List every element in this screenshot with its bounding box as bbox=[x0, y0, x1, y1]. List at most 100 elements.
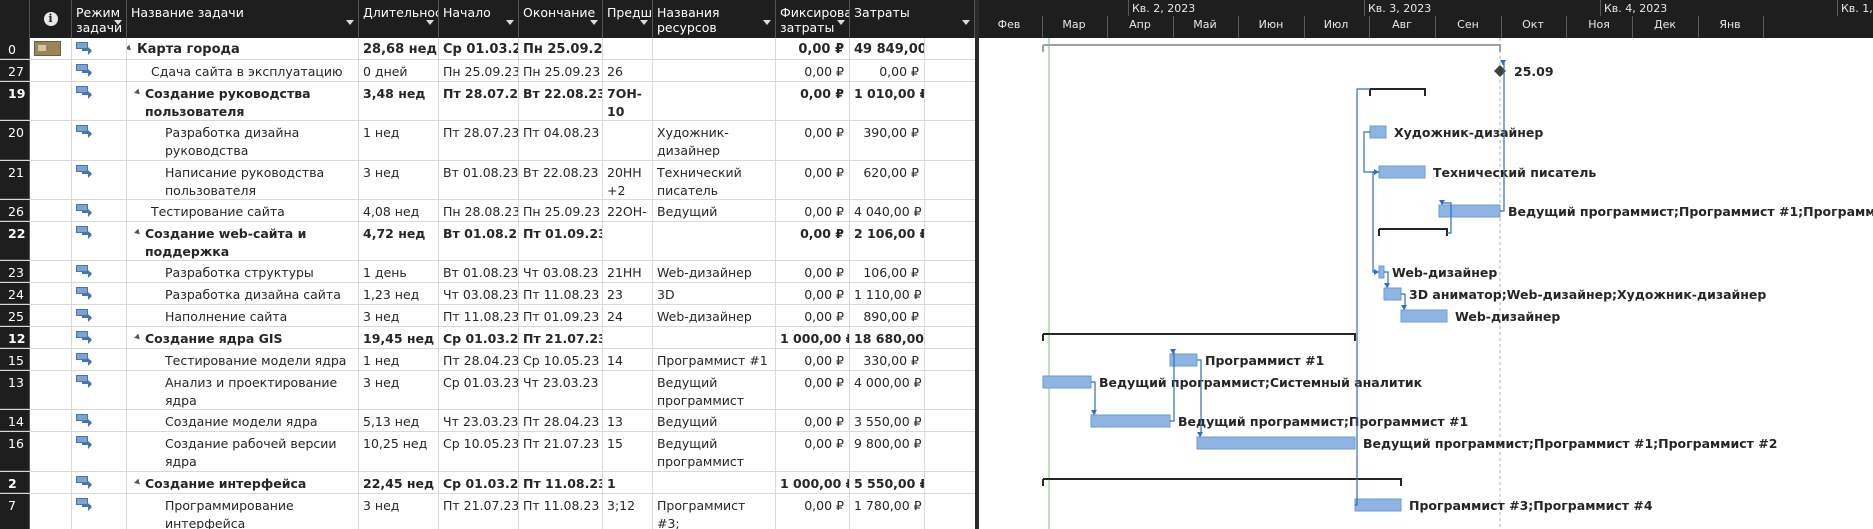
task-mode-cell[interactable] bbox=[72, 349, 127, 370]
task-bar[interactable] bbox=[1196, 436, 1356, 450]
cell-fixed[interactable]: 0,00 ₽ bbox=[776, 371, 850, 409]
cell-start[interactable]: Пт 21.07.23 bbox=[439, 494, 519, 529]
column-header-mode[interactable]: Режим задачи bbox=[72, 0, 127, 38]
cell-resources[interactable] bbox=[653, 472, 776, 493]
task-bar[interactable] bbox=[1383, 287, 1402, 301]
summary-task-row[interactable]: 22 Создание web-сайта и поддержка 4,72 нед… bbox=[0, 222, 975, 261]
cell-resources[interactable]: Технический писатель bbox=[653, 161, 776, 199]
task-bar[interactable] bbox=[1042, 375, 1092, 389]
summary-task-bar[interactable] bbox=[1369, 88, 1426, 96]
cell-start[interactable]: Пн 28.08.23 bbox=[439, 200, 519, 221]
cell-id[interactable]: 0 bbox=[0, 38, 30, 59]
cell-pred[interactable]: 20НН+2 дней bbox=[603, 161, 653, 199]
cell-resources[interactable]: Web-дизайнер bbox=[653, 305, 776, 326]
cell-duration[interactable]: 1 нед bbox=[359, 121, 439, 160]
task-row[interactable]: 21 Написание руководства пользователя 3 не… bbox=[0, 161, 975, 200]
cell-duration[interactable]: 22,45 нед bbox=[359, 472, 439, 493]
summary-task-row[interactable]: 0 Карта города 28,68 нед Ср 01.03.23 Пн 25.0… bbox=[0, 38, 975, 60]
cell-duration[interactable]: 4,72 нед bbox=[359, 222, 439, 260]
task-row[interactable]: 20 Разработка дизайна руководства 1 нед Пт … bbox=[0, 121, 975, 161]
cell-finish[interactable]: Пт 21.07.23 bbox=[519, 432, 603, 471]
cell-fixed[interactable]: 0,00 ₽ bbox=[776, 432, 850, 471]
task-mode-cell[interactable] bbox=[72, 472, 127, 493]
cell-duration[interactable]: 5,13 нед bbox=[359, 410, 439, 431]
cell-duration[interactable]: 4,08 нед bbox=[359, 200, 439, 221]
cell-id[interactable]: 26 bbox=[0, 200, 30, 221]
cell-cost[interactable]: 330,00 ₽ bbox=[850, 349, 925, 370]
cell-fixed[interactable]: 0,00 ₽ bbox=[776, 60, 850, 81]
cell-start[interactable]: Пт 28.07.23 bbox=[439, 121, 519, 160]
cell-id[interactable]: 23 bbox=[0, 261, 30, 282]
task-mode-cell[interactable] bbox=[72, 121, 127, 160]
cell-duration[interactable]: 0 дней bbox=[359, 60, 439, 81]
cell-duration[interactable]: 1 день bbox=[359, 261, 439, 282]
cell-pred[interactable]: 3;12 bbox=[603, 494, 653, 529]
indicator-cell[interactable] bbox=[30, 121, 72, 160]
cell-cost[interactable]: 5 550,00 ₽ bbox=[850, 472, 925, 493]
cell-finish[interactable]: Пн 25.09.23 bbox=[519, 60, 603, 81]
cell-id[interactable]: 15 bbox=[0, 349, 30, 370]
cell-resources[interactable]: Программист #3; Программист #4 bbox=[653, 494, 776, 529]
task-name-cell[interactable]: Создание web-сайта и поддержка bbox=[127, 222, 359, 260]
cell-pred[interactable] bbox=[603, 222, 653, 260]
task-row[interactable]: 26 Тестирование сайта 4,08 нед Пн 28.08.23 П… bbox=[0, 200, 975, 222]
cell-id[interactable]: 16 bbox=[0, 432, 30, 471]
indicator-cell[interactable] bbox=[30, 371, 72, 409]
column-header-start[interactable]: Начало bbox=[439, 0, 519, 38]
cell-id[interactable]: 24 bbox=[0, 283, 30, 304]
task-name-cell[interactable]: Анализ и проектирование ядра bbox=[127, 371, 359, 409]
collapse-triangle-icon[interactable] bbox=[134, 88, 142, 97]
cell-id[interactable]: 12 bbox=[0, 327, 30, 348]
chevron-down-icon[interactable] bbox=[640, 20, 648, 25]
summary-task-bar[interactable] bbox=[1042, 333, 1356, 341]
cell-start[interactable]: Вт 01.08.23 bbox=[439, 161, 519, 199]
dependency-arrow[interactable] bbox=[1384, 283, 1390, 288]
cell-pred[interactable]: 7ОН-10 дней bbox=[603, 82, 653, 120]
cell-cost[interactable]: 4 000,00 ₽ bbox=[850, 371, 925, 409]
cell-finish[interactable]: Пт 01.09.23 bbox=[519, 222, 603, 260]
task-row[interactable]: 27 Сдача сайта в эксплуатацию 0 дней Пн 25.… bbox=[0, 60, 975, 82]
cell-id[interactable]: 21 bbox=[0, 161, 30, 199]
column-header-info[interactable]: i bbox=[30, 0, 72, 38]
column-header-name[interactable]: Название задачи bbox=[127, 0, 359, 38]
cell-resources[interactable]: Ведущий программист bbox=[653, 410, 776, 431]
cell-id[interactable]: 22 bbox=[0, 222, 30, 260]
cell-fixed[interactable]: 0,00 ₽ bbox=[776, 349, 850, 370]
task-mode-cell[interactable] bbox=[72, 283, 127, 304]
cell-id[interactable]: 2 bbox=[0, 472, 30, 493]
cell-pred[interactable]: 14 bbox=[603, 349, 653, 370]
cell-finish[interactable]: Пт 01.09.23 bbox=[519, 305, 603, 326]
cell-resources[interactable] bbox=[653, 38, 776, 59]
cell-id[interactable]: 7 bbox=[0, 494, 30, 529]
cell-start[interactable]: Пт 28.04.23 bbox=[439, 349, 519, 370]
cell-pred[interactable] bbox=[603, 38, 653, 59]
task-mode-cell[interactable] bbox=[72, 82, 127, 120]
indicator-cell[interactable] bbox=[30, 472, 72, 493]
cell-pred[interactable]: 24 bbox=[603, 305, 653, 326]
cell-id[interactable]: 13 bbox=[0, 371, 30, 409]
chevron-down-icon[interactable] bbox=[962, 20, 970, 25]
task-name-cell[interactable]: Тестирование сайта bbox=[127, 200, 359, 221]
cell-fixed[interactable]: 0,00 ₽ bbox=[776, 200, 850, 221]
cell-start[interactable]: Пт 11.08.23 bbox=[439, 305, 519, 326]
chevron-down-icon[interactable] bbox=[346, 20, 354, 25]
cell-start[interactable]: Ср 01.03.23 bbox=[439, 327, 519, 348]
collapse-triangle-icon[interactable] bbox=[134, 228, 142, 237]
cell-id[interactable]: 14 bbox=[0, 410, 30, 431]
cell-duration[interactable]: 1,23 нед bbox=[359, 283, 439, 304]
task-bar[interactable] bbox=[1354, 498, 1402, 512]
cell-resources[interactable]: Программист #1 bbox=[653, 349, 776, 370]
column-header-id[interactable] bbox=[0, 0, 30, 38]
task-mode-cell[interactable] bbox=[72, 327, 127, 348]
dependency-arrow[interactable] bbox=[1170, 349, 1176, 354]
cell-duration[interactable]: 3 нед bbox=[359, 161, 439, 199]
cell-resources[interactable]: 3D аниматор;Web-дизайнер bbox=[653, 283, 776, 304]
cell-fixed[interactable]: 0,00 ₽ bbox=[776, 222, 850, 260]
cell-finish[interactable]: Пн 25.09.23 bbox=[519, 200, 603, 221]
chevron-down-icon[interactable] bbox=[763, 20, 771, 25]
cell-finish[interactable]: Пт 11.08.23 bbox=[519, 494, 603, 529]
cell-start[interactable]: Вт 01.08.23 bbox=[439, 261, 519, 282]
task-row[interactable]: 16 Создание рабочей версии ядра 10,25 нед С… bbox=[0, 432, 975, 472]
task-bar[interactable] bbox=[1090, 414, 1171, 428]
task-name-cell[interactable]: Создание руководства пользователя bbox=[127, 82, 359, 120]
